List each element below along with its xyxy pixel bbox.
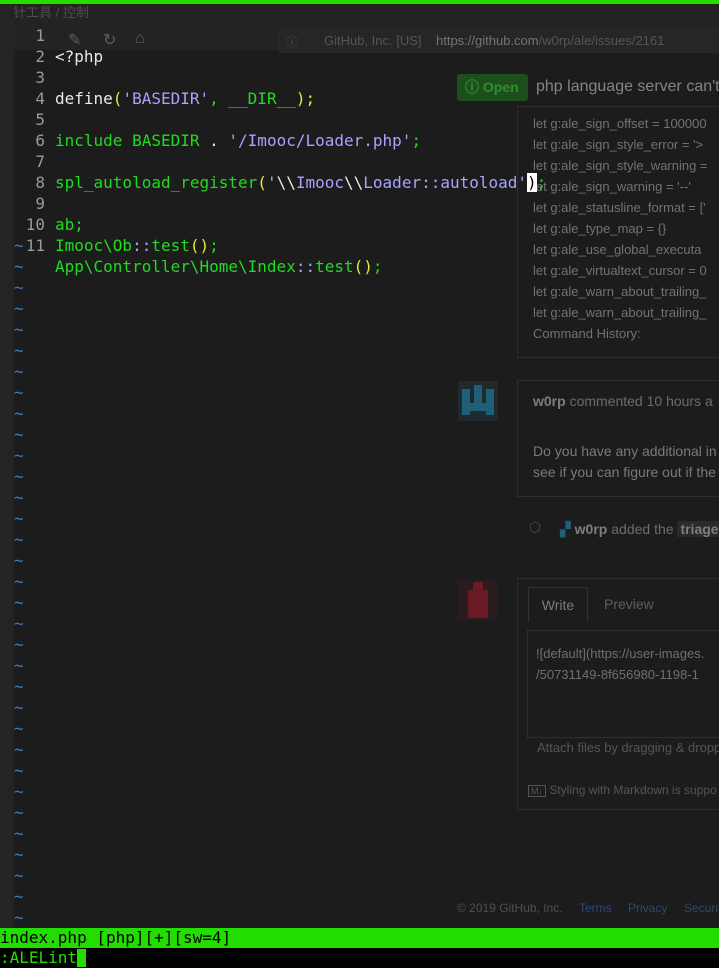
code-line-6[interactable]: 6: [0, 109, 45, 150]
tilde-marker: ~: [14, 257, 24, 276]
tilde-marker: ~: [14, 593, 24, 612]
code-text: spl_autoload_register('\\Imooc\\Loader::…: [55, 173, 547, 192]
tilde-marker: ~: [14, 698, 24, 717]
tilde-marker: ~: [14, 824, 24, 843]
tilde-marker: ~: [14, 404, 24, 423]
code-line-8[interactable]: 8: [0, 151, 45, 192]
tilde-marker: ~: [14, 320, 24, 339]
code-text: ab;: [55, 215, 84, 234]
tilde-marker: ~: [14, 740, 24, 759]
tilde-marker: ~: [14, 866, 24, 885]
tilde-marker: ~: [14, 635, 24, 654]
command-cursor: [77, 949, 87, 967]
tilde-marker: ~: [14, 278, 24, 297]
tilde-marker: ~: [14, 719, 24, 738]
tilde-marker: ~: [14, 488, 24, 507]
tilde-marker: ~: [14, 782, 24, 801]
tilde-marker: ~: [14, 383, 24, 402]
vim-editor[interactable]: 1 <?php 2 3 define('BASEDIR', __DIR__); …: [0, 0, 719, 968]
tilde-marker: ~: [14, 362, 24, 381]
tilde-marker: ~: [14, 656, 24, 675]
code-line-9[interactable]: 9 ab;: [0, 172, 84, 234]
tilde-marker: ~: [14, 299, 24, 318]
tilde-marker: ~: [14, 845, 24, 864]
tilde-marker: ~: [14, 551, 24, 570]
code-text: <?php: [55, 47, 104, 66]
code-line-5[interactable]: 5 include BASEDIR . '/Imooc/Loader.php';: [0, 88, 421, 150]
tilde-marker: ~: [14, 530, 24, 549]
tilde-marker: ~: [14, 446, 24, 465]
command-line[interactable]: :ALELint: [0, 948, 719, 968]
code-line-2[interactable]: 2: [0, 25, 45, 66]
tilde-marker: ~: [14, 761, 24, 780]
tilde-marker: ~: [14, 572, 24, 591]
code-line-10[interactable]: 10 Imooc\Ob::test();: [0, 193, 219, 255]
tilde-marker: ~: [14, 236, 24, 255]
status-line: index.php [php][+][sw=4]: [0, 928, 719, 948]
tilde-marker: ~: [14, 467, 24, 486]
tilde-marker: ~: [14, 614, 24, 633]
code-text: define('BASEDIR', __DIR__);: [55, 89, 316, 108]
tilde-marker: ~: [14, 803, 24, 822]
code-line-7[interactable]: 7 spl_autoload_register('\\Imooc\\Loader…: [0, 130, 546, 192]
code-text: App\Controller\Home\Index::test();: [55, 257, 383, 276]
code-text: include BASEDIR . '/Imooc/Loader.php';: [55, 131, 422, 150]
tilde-marker: ~: [14, 908, 24, 927]
tilde-marker: ~: [14, 341, 24, 360]
text-cursor: ): [527, 173, 537, 192]
code-line-11[interactable]: 11 App\Controller\Home\Index::test();: [0, 214, 383, 276]
code-line-1[interactable]: 1 <?php: [0, 4, 103, 66]
tilde-marker: ~: [14, 677, 24, 696]
code-line-4[interactable]: 4: [0, 67, 45, 108]
tilde-marker: ~: [14, 887, 24, 906]
tilde-marker: ~: [14, 425, 24, 444]
tilde-marker: ~: [14, 509, 24, 528]
command-text: :ALELint: [0, 948, 78, 967]
code-line-3[interactable]: 3 define('BASEDIR', __DIR__);: [0, 46, 315, 108]
code-text: Imooc\Ob::test();: [55, 236, 219, 255]
